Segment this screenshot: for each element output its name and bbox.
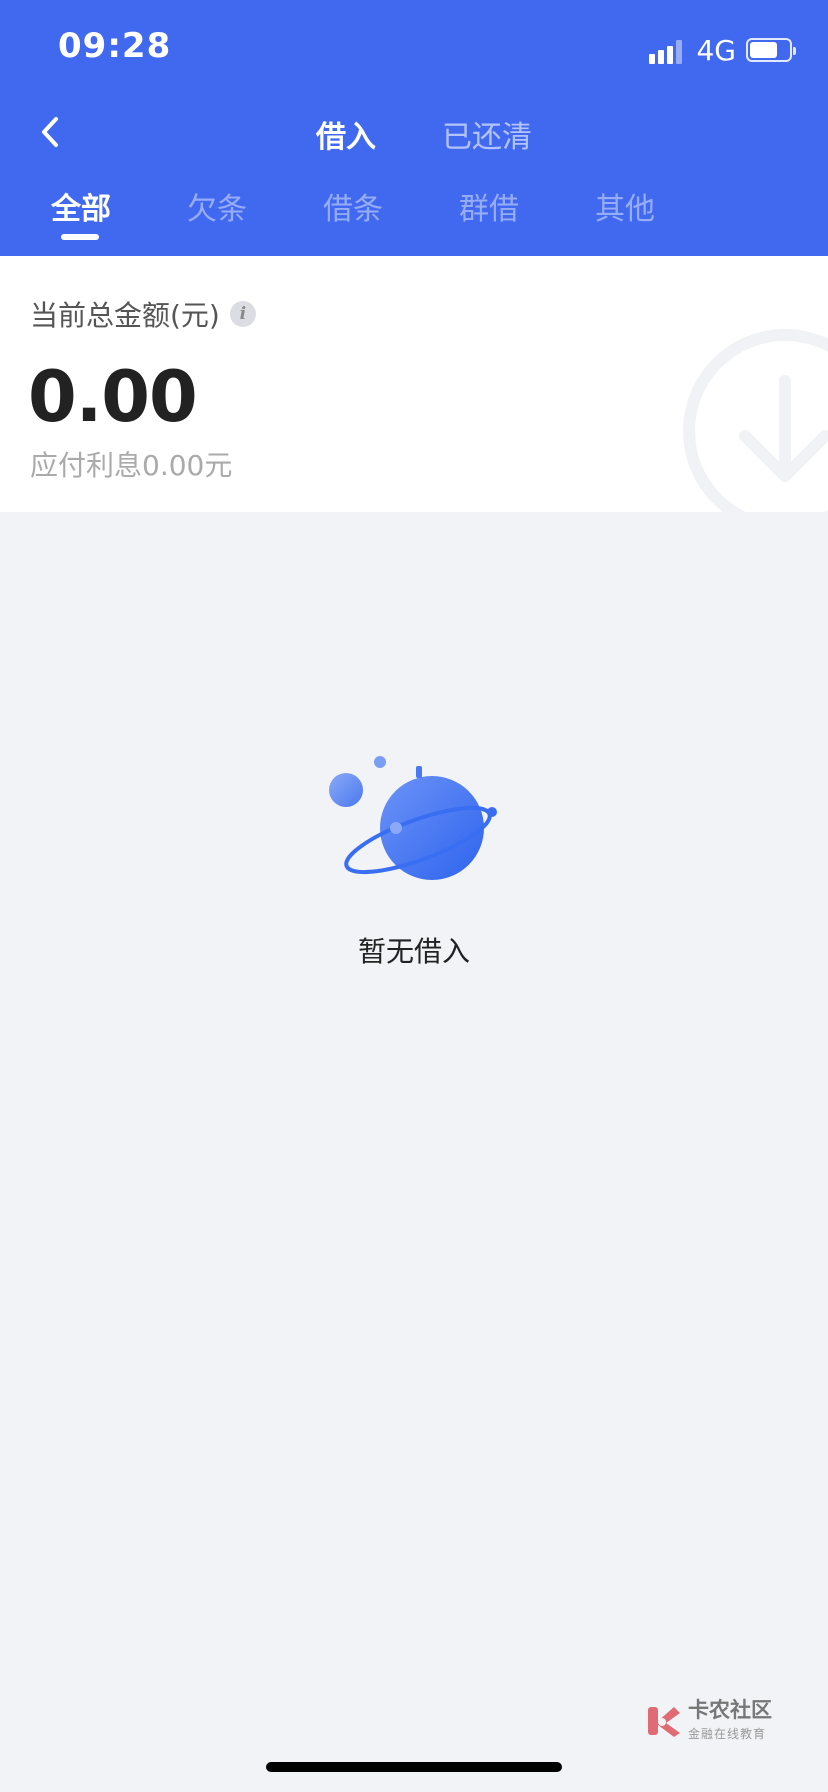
home-indicator[interactable] [266,1762,562,1772]
planet-icon [329,756,497,880]
signal-icon [649,36,683,64]
arrow-down-watermark-icon [683,329,828,512]
status-time: 09:28 [58,26,172,66]
sub-tab-loan-note[interactable]: 借条 [323,184,383,228]
brand-tagline: 金融在线教育 [688,1727,767,1741]
chevron-left-icon [42,117,58,147]
sub-tab-group-loan[interactable]: 群借 [459,184,519,228]
network-type: 4G [696,33,736,67]
total-amount-label-text: 当前总金额(元) [30,299,220,332]
sub-tab-iou[interactable]: 欠条 [187,184,247,228]
back-button[interactable] [30,110,70,154]
battery-fill [750,42,777,58]
category-tabs: 全部 欠条 借条 群借 其他 [0,184,828,244]
status-icons: 4G [649,30,796,70]
sub-tab-other[interactable]: 其他 [595,184,655,228]
interest-payable: 应付利息0.00元 [30,449,233,482]
brand-text: 卡农社区 金融在线教育 [688,1700,772,1742]
empty-state-text: 暂无借入 [357,935,470,968]
total-amount: 0.00 [28,356,198,438]
sub-tab-all[interactable]: 全部 [51,184,111,228]
tab-borrowed[interactable]: 借入 [316,112,376,156]
brand-name: 卡农社区 [688,1698,772,1722]
info-icon[interactable]: i [229,301,256,327]
total-amount-label: 当前总金额(元) i [30,294,256,334]
battery-icon [746,38,796,62]
active-tab-indicator [61,234,99,240]
tab-paid-off[interactable]: 已还清 [442,112,532,156]
brand-logo: 卡农社区 金融在线教育 [646,1700,772,1742]
summary-card: 当前总金额(元) i 0.00 应付利息0.00元 [0,256,828,512]
app-header: 09:28 4G 借入 已还清 全部 欠条 借条 群借 其他 [0,0,828,256]
brand-logo-icon [648,1707,680,1737]
